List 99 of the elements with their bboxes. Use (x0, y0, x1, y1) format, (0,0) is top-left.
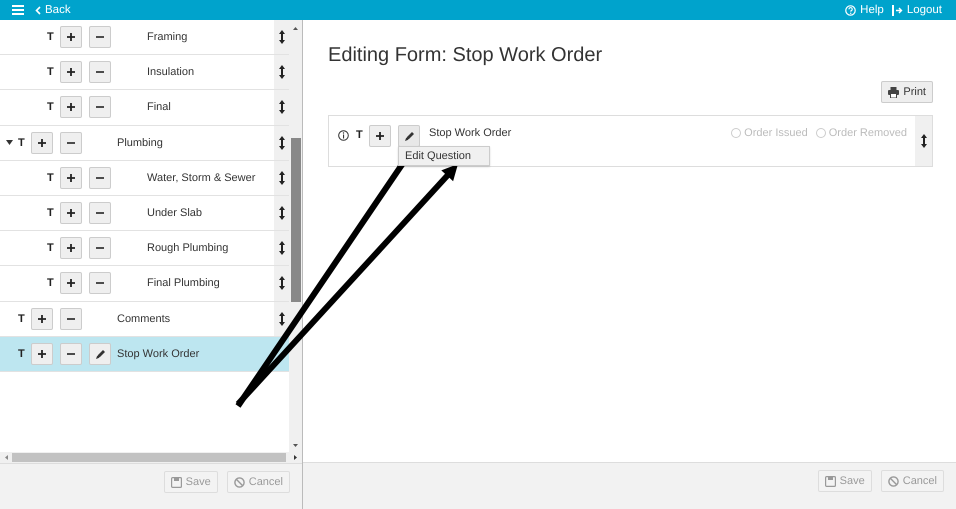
drag-handle-icon[interactable] (278, 312, 286, 326)
drag-handle-icon[interactable] (278, 170, 286, 185)
scroll-up-icon (293, 27, 298, 30)
tree-row[interactable]: T Plumbing (0, 126, 289, 161)
drag-handle-icon[interactable] (278, 100, 286, 114)
plus-icon (66, 102, 76, 112)
radio-button[interactable] (731, 128, 742, 138)
question-label: Stop Work Order (429, 127, 512, 139)
plus-icon (66, 67, 76, 78)
scroll-right-icon (294, 455, 297, 460)
remove-button[interactable] (89, 237, 111, 260)
drag-handle-icon[interactable] (278, 30, 286, 44)
remove-button[interactable] (89, 61, 111, 84)
plus-icon (66, 278, 76, 288)
tree-row[interactable]: T Water, Storm & Sewer (0, 160, 289, 196)
tree-item-label: Stop Work Order (117, 348, 200, 360)
type-label: T (47, 242, 55, 254)
add-button[interactable] (369, 125, 391, 147)
plus-icon (66, 208, 76, 218)
remove-button[interactable] (89, 272, 111, 294)
tree-item-label: Under Slab (147, 207, 204, 220)
tree-row[interactable]: T Stop Work Order (0, 336, 289, 372)
vertical-scrollbar[interactable] (289, 20, 302, 452)
cancel-icon (234, 476, 245, 488)
remove-button[interactable] (89, 96, 111, 118)
form-title: Editing Form: Stop Work Order (328, 44, 604, 67)
edit-button[interactable] (89, 342, 111, 365)
expanded-caret-icon[interactable] (6, 140, 13, 146)
plus-icon (375, 131, 385, 141)
add-button[interactable] (60, 166, 82, 189)
add-button[interactable] (60, 61, 82, 84)
type-label: T (356, 129, 364, 141)
tree-item-label: Comments (117, 312, 172, 325)
remove-button[interactable] (60, 342, 82, 365)
printer-icon (888, 86, 900, 98)
plus-icon (37, 348, 47, 359)
tooltip: Edit Question (398, 146, 490, 166)
drag-handle-icon[interactable] (278, 206, 286, 220)
tree-row[interactable]: T Final Plumbing (0, 266, 289, 302)
scrollbar-thumb[interactable] (290, 138, 300, 302)
print-button[interactable]: Print (881, 81, 933, 103)
type-label: T (47, 31, 55, 44)
tree-item-label: Final (147, 101, 172, 114)
tree-item-label: Rough Plumbing (147, 242, 230, 254)
plus-icon (37, 314, 47, 324)
menu-icon[interactable] (12, 5, 24, 15)
edit-button[interactable] (398, 125, 420, 147)
tree-row[interactable]: T Final (0, 90, 289, 126)
drag-handle-icon[interactable] (278, 65, 286, 80)
chevron-left-icon (35, 6, 41, 14)
tree-item-label: Plumbing (117, 136, 164, 149)
drag-handle-icon[interactable] (278, 136, 286, 150)
remove-button[interactable] (60, 132, 82, 154)
add-button[interactable] (31, 132, 53, 154)
tree-item-label: Insulation (147, 66, 196, 78)
add-button[interactable] (60, 237, 82, 260)
tree-row[interactable]: T Under Slab (0, 196, 289, 232)
info-icon (338, 130, 349, 141)
type-label: T (18, 312, 26, 325)
add-button[interactable] (60, 272, 82, 294)
scroll-left-icon (5, 455, 8, 460)
drag-handle-icon[interactable] (920, 134, 928, 148)
type-label: T (47, 66, 55, 78)
type-label: T (47, 277, 55, 290)
tree-item-label: Framing (147, 31, 188, 44)
plus-icon (37, 138, 47, 148)
add-button[interactable] (31, 342, 53, 365)
cancel-icon (888, 476, 899, 486)
tree-row[interactable]: T Rough Plumbing (0, 231, 289, 266)
tree-item-label: Water, Storm & Sewer (147, 172, 256, 184)
add-button[interactable] (60, 202, 82, 224)
horizontal-scrollbar[interactable] (0, 452, 302, 463)
plus-icon (66, 243, 76, 254)
add-button[interactable] (60, 26, 82, 48)
drag-handle-icon[interactable] (278, 276, 286, 290)
plus-icon (66, 32, 76, 42)
remove-button[interactable] (60, 308, 82, 330)
scrollbar-thumb[interactable] (12, 453, 286, 462)
radio-button[interactable] (816, 128, 826, 138)
remove-button[interactable] (89, 26, 111, 48)
tree-row[interactable]: T Framing (0, 20, 289, 56)
remove-button[interactable] (89, 166, 111, 189)
scroll-down-icon (293, 444, 298, 447)
add-button[interactable] (60, 96, 82, 118)
drag-handle-icon[interactable] (278, 241, 286, 256)
tree-item-label: Final Plumbing (147, 277, 221, 290)
tree-row[interactable]: T Insulation (0, 55, 289, 90)
type-label: T (47, 207, 55, 220)
type-label: T (47, 101, 55, 114)
logout-icon (892, 4, 903, 16)
type-label: T (18, 348, 26, 360)
help-icon (845, 4, 856, 16)
add-button[interactable] (31, 308, 53, 330)
type-label: T (18, 136, 26, 149)
pencil-icon (404, 130, 414, 142)
remove-button[interactable] (89, 202, 111, 224)
pencil-icon (94, 348, 106, 360)
plus-icon (66, 172, 76, 183)
type-label: T (47, 172, 55, 184)
